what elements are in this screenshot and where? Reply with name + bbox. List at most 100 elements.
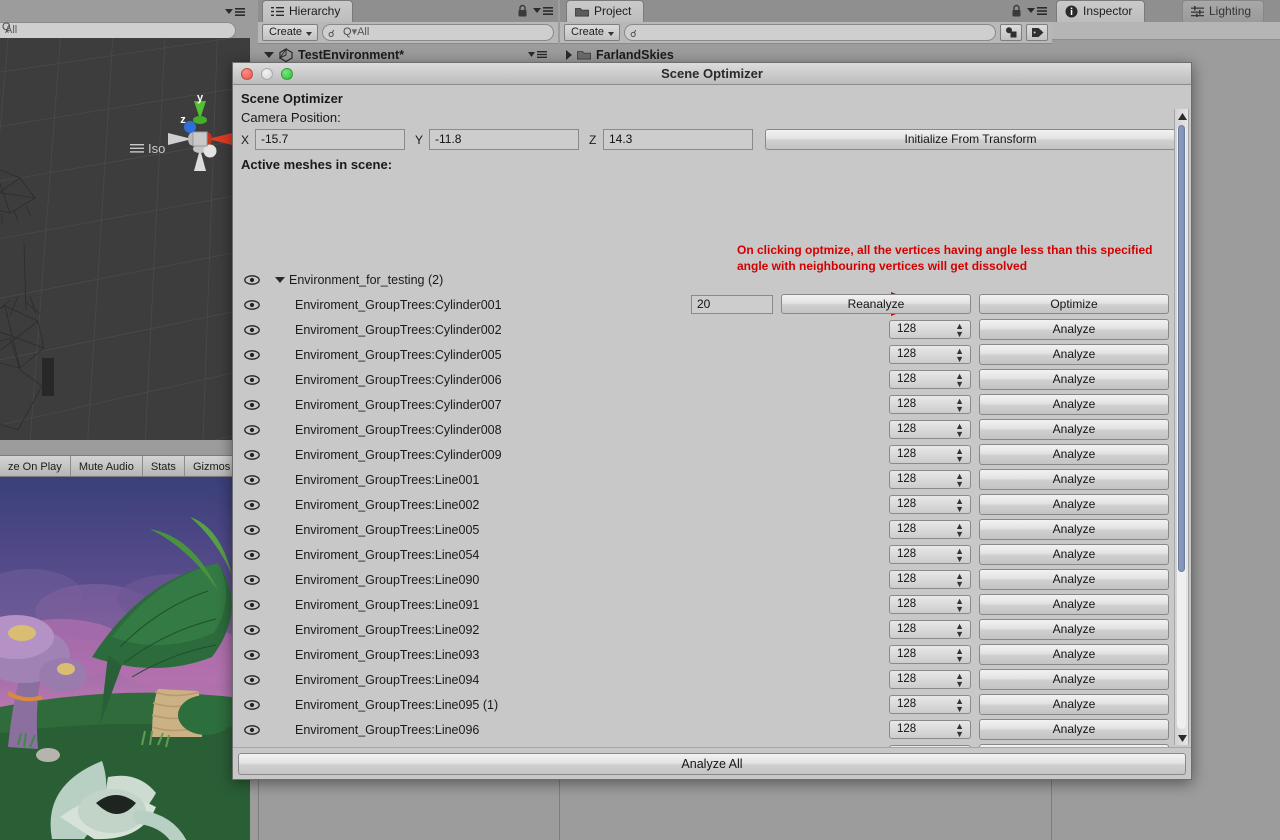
visibility-eye-icon[interactable]	[241, 474, 263, 485]
lod-stepper[interactable]: 128 ▲▼	[889, 520, 971, 539]
stepper-arrows-icon[interactable]: ▲ ▼	[955, 622, 964, 639]
stepper-arrows-icon[interactable]: ▲ ▼	[955, 672, 964, 689]
angle-threshold-input[interactable]: 20	[691, 294, 773, 314]
stepper-arrows-icon[interactable]: ▲ ▼	[955, 522, 964, 539]
window-titlebar[interactable]: Scene Optimizer	[233, 63, 1191, 85]
analyze-button[interactable]: Analyze	[979, 694, 1169, 715]
stepper-arrows-icon[interactable]: ▲ ▼	[955, 572, 964, 589]
hierarchy-create-button[interactable]: Create	[262, 24, 318, 41]
table-row[interactable]: Enviroment_GroupTrees:Cylinder006 128 ▲ ▼ An…	[233, 367, 1191, 392]
visibility-eye-icon[interactable]	[241, 399, 263, 410]
scene-view[interactable]: y z Iso	[0, 38, 250, 440]
camera-y-input[interactable]: -11.8	[429, 129, 579, 150]
stepper-arrows-icon[interactable]: ▲ ▼	[955, 397, 964, 414]
analyze-button[interactable]: Analyze	[979, 494, 1169, 515]
table-row[interactable]: Enviroment_GroupTrees:Line002 128 ▲ ▼ Analyz…	[233, 492, 1191, 517]
scrollbar-thumb[interactable]	[1178, 125, 1185, 572]
lod-stepper[interactable]: 128 ▲▼	[889, 470, 971, 489]
table-row[interactable]: Enviroment_GroupTrees:Line096 128 ▲ ▼ Analyz…	[233, 717, 1191, 742]
scene-iso-toggle[interactable]: Iso	[130, 141, 165, 156]
analyze-button[interactable]: Analyze	[979, 519, 1169, 540]
stepper-arrows-icon[interactable]: ▲ ▼	[955, 372, 964, 389]
stepper-arrows-icon[interactable]: ▲ ▼	[955, 447, 964, 464]
table-row[interactable]: Enviroment_GroupTrees:Cylinder007 128 ▲ ▼ An…	[233, 392, 1191, 417]
tab-hierarchy[interactable]: Hierarchy	[262, 0, 354, 22]
project-create-button[interactable]: Create	[564, 24, 620, 41]
lod-stepper[interactable]: 128 ▲▼	[889, 495, 971, 514]
stepper-arrows-icon[interactable]: ▲ ▼	[955, 597, 964, 614]
lod-stepper[interactable]: 128 ▲▼	[889, 595, 971, 614]
table-row[interactable]: Enviroment_GroupTrees:Line090 128 ▲ ▼ Analyz…	[233, 567, 1191, 592]
visibility-eye-icon[interactable]	[241, 699, 263, 710]
table-row[interactable]: Enviroment_GroupTrees:Line093 128 ▲ ▼ Analyz…	[233, 642, 1191, 667]
visibility-eye-icon[interactable]	[241, 349, 263, 360]
lod-stepper[interactable]: 128 ▲▼	[889, 345, 971, 364]
visibility-eye-icon[interactable]	[241, 549, 263, 560]
stats-button[interactable]: Stats	[142, 456, 185, 476]
reanalyze-button[interactable]: Reanalyze	[781, 294, 971, 314]
table-row[interactable]: Enviroment_GroupTrees:Line095 (1) 128 ▲ ▼ An…	[233, 692, 1191, 717]
mesh-list[interactable]: Environment_for_testing (2) Enviroment_G…	[233, 267, 1191, 747]
table-row[interactable]: Enviroment_GroupTrees:Cylinder001 20 Rea…	[233, 292, 1191, 317]
stepper-arrows-icon[interactable]: ▲ ▼	[955, 472, 964, 489]
visibility-eye-icon[interactable]	[241, 649, 263, 660]
scrollbar-track[interactable]	[1177, 125, 1186, 729]
project-lock-icon[interactable]	[1011, 4, 1022, 18]
optimize-button[interactable]: Optimize	[979, 294, 1169, 314]
table-row[interactable]: Enviroment_GroupTrees:Line094 128 ▲ ▼ Analyz…	[233, 667, 1191, 692]
lod-stepper[interactable]: 128 ▲▼	[889, 545, 971, 564]
table-row[interactable]: Enviroment_GroupTrees:Line054 128 ▲ ▼ Analyz…	[233, 542, 1191, 567]
lod-stepper[interactable]: 128 ▲▼	[889, 620, 971, 639]
analyze-button[interactable]: Analyze	[979, 469, 1169, 490]
analyze-button[interactable]: Analyze	[979, 644, 1169, 665]
analyze-button[interactable]: Analyze	[979, 344, 1169, 365]
analyze-button[interactable]: Analyze	[979, 319, 1169, 340]
scene-optimizer-window[interactable]: Scene Optimizer Scene Optimizer Camera P…	[232, 62, 1192, 780]
stepper-arrows-icon[interactable]: ▲ ▼	[955, 347, 964, 364]
lod-stepper[interactable]: 128 ▲▼	[889, 420, 971, 439]
lod-stepper[interactable]: 128 ▲▼	[889, 695, 971, 714]
stepper-arrows-icon[interactable]: ▲ ▼	[955, 722, 964, 739]
filter-by-label-button[interactable]	[1026, 24, 1048, 41]
table-row[interactable]: Enviroment_GroupTrees:Line091 128 ▲ ▼ Analyz…	[233, 592, 1191, 617]
table-row[interactable]: Enviroment_GroupTrees:Cylinder002 128 ▲ ▼ An…	[233, 317, 1191, 342]
chevron-right-icon[interactable]	[566, 49, 572, 60]
table-row[interactable]: Enviroment_GroupTrees:Line001 128 ▲ ▼ Analyz…	[233, 467, 1191, 492]
project-menu-icon[interactable]	[1026, 5, 1048, 17]
scene-orientation-gizmo[interactable]: y z	[160, 93, 240, 213]
visibility-eye-icon[interactable]	[241, 624, 263, 635]
game-view[interactable]	[0, 477, 250, 840]
stepper-arrows-icon[interactable]: ▲ ▼	[955, 422, 964, 439]
visibility-eye-icon[interactable]	[241, 299, 263, 310]
analyze-button[interactable]: Analyze	[979, 569, 1169, 590]
lod-stepper[interactable]: 128 ▲▼	[889, 395, 971, 414]
root-expand-chevron-icon[interactable]	[275, 276, 285, 283]
initialize-from-transform-button[interactable]: Initialize From Transform	[765, 129, 1176, 150]
table-row[interactable]: Enviroment_GroupTrees:Line092 128 ▲ ▼ Analyz…	[233, 617, 1191, 642]
visibility-eye-icon[interactable]	[241, 424, 263, 435]
panel-menu-icon[interactable]	[224, 6, 246, 18]
visibility-eye-icon[interactable]	[241, 599, 263, 610]
lod-stepper[interactable]: 128 ▲▼	[889, 370, 971, 389]
analyze-button[interactable]: Analyze	[979, 619, 1169, 640]
table-row[interactable]: Enviroment_GroupTrees:Cylinder008 128 ▲ ▼ An…	[233, 417, 1191, 442]
analyze-button[interactable]: Analyze	[979, 544, 1169, 565]
hierarchy-menu-icon[interactable]	[532, 5, 554, 17]
tab-project[interactable]: Project	[566, 0, 645, 22]
lod-stepper[interactable]: 128 ▲▼	[889, 445, 971, 464]
lod-stepper[interactable]: 128 ▲▼	[889, 720, 971, 739]
stepper-arrows-icon[interactable]: ▲ ▼	[955, 322, 964, 339]
lod-stepper[interactable]: 128 ▲▼	[889, 570, 971, 589]
lod-stepper[interactable]: 128 ▲▼	[889, 645, 971, 664]
lod-stepper[interactable]: 128 ▲▼	[889, 670, 971, 689]
analyze-button[interactable]: Analyze	[979, 594, 1169, 615]
tab-lighting[interactable]: Lighting	[1182, 0, 1265, 22]
visibility-eye-icon[interactable]	[241, 674, 263, 685]
visibility-eye-icon[interactable]	[241, 274, 263, 285]
analyze-button[interactable]: Analyze	[979, 369, 1169, 390]
camera-x-input[interactable]: -15.7	[255, 129, 405, 150]
visibility-eye-icon[interactable]	[241, 574, 263, 585]
stepper-arrows-icon[interactable]: ▲ ▼	[955, 547, 964, 564]
filter-by-type-button[interactable]	[1000, 24, 1022, 41]
lock-icon[interactable]	[517, 4, 528, 18]
